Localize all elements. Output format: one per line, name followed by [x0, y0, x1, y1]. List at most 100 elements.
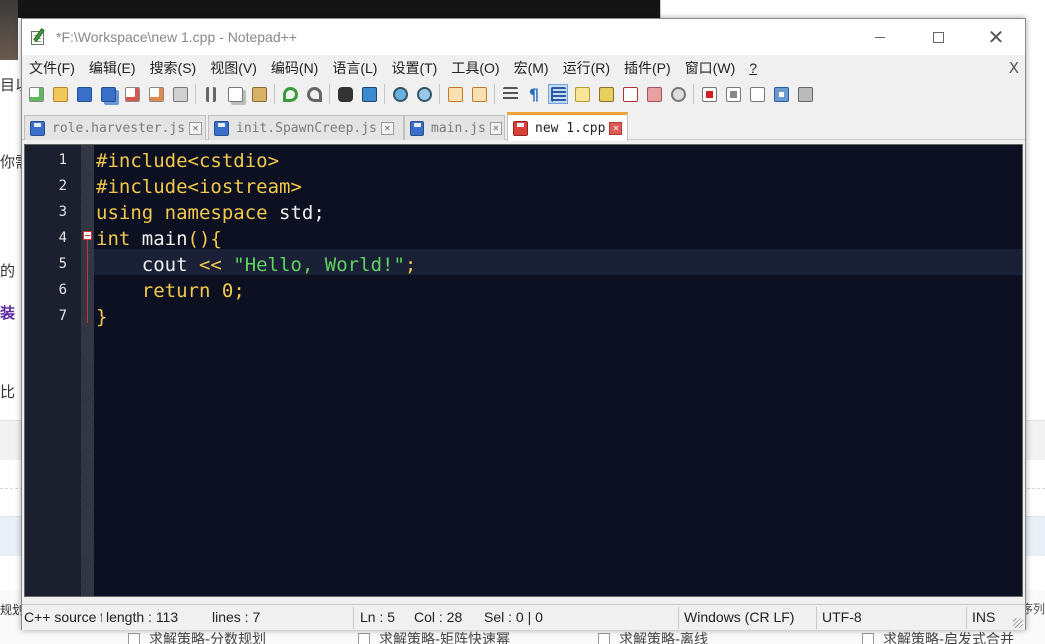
user-language-icon	[574, 86, 590, 102]
cut-button[interactable]	[201, 84, 221, 104]
close-all-button[interactable]	[146, 84, 166, 104]
checkbox-icon[interactable]	[358, 633, 370, 644]
macro-stop-button[interactable]	[723, 84, 743, 104]
code-line[interactable]: cout << "Hello, World!";	[96, 252, 417, 278]
menu-search[interactable]: 搜索(S)	[143, 58, 204, 78]
macro-record-button[interactable]	[699, 84, 719, 104]
background-checkbox-4[interactable]: 求解策略-启发式合并	[862, 629, 1014, 644]
code-token: return	[141, 280, 211, 302]
sync-vertical-button[interactable]	[445, 84, 465, 104]
checkbox-icon[interactable]	[862, 633, 874, 644]
stop-icon	[725, 86, 741, 102]
close-document-button[interactable]: X	[1009, 59, 1019, 77]
undo-icon	[282, 86, 298, 102]
status-lines: lines : 7	[212, 609, 261, 625]
save-button[interactable]	[74, 84, 94, 104]
code-token: std;	[267, 202, 325, 224]
code-line[interactable]: #include<iostream>	[96, 174, 302, 200]
menu-window[interactable]: 窗口(W)	[678, 58, 743, 78]
code-line[interactable]: return 0;	[96, 278, 245, 304]
code-line[interactable]: }	[96, 304, 107, 330]
tab-main-js[interactable]: main.js ✕	[404, 115, 505, 140]
background-checkbox-3[interactable]: 求解策略-离线	[598, 629, 708, 644]
menu-file[interactable]: 文件(F)	[22, 58, 82, 78]
close-button[interactable]: ✕	[967, 19, 1025, 55]
menu-encoding[interactable]: 编码(N)	[264, 58, 325, 78]
code-token: main	[130, 228, 188, 250]
clipboard-icon	[251, 86, 267, 102]
udl-button[interactable]	[572, 84, 592, 104]
new-file-button[interactable]	[26, 84, 46, 104]
toolbar-separator	[439, 84, 440, 104]
background-checkbox-1[interactable]: 求解策略-分数规划	[128, 629, 266, 644]
show-all-chars-button[interactable]: ¶	[524, 84, 544, 104]
minimize-icon	[875, 36, 885, 38]
open-file-button[interactable]	[50, 84, 70, 104]
menu-plugins[interactable]: 插件(P)	[617, 58, 678, 78]
menu-edit[interactable]: 编辑(E)	[82, 58, 143, 78]
code-token: }	[96, 306, 108, 328]
status-divider	[353, 607, 354, 629]
notepadpp-app-icon	[30, 28, 48, 46]
menu-run[interactable]: 运行(R)	[556, 58, 617, 78]
zoom-out-button[interactable]	[414, 84, 434, 104]
folder-workspace-button[interactable]	[644, 84, 664, 104]
macro-save-button[interactable]	[795, 84, 815, 104]
find-button[interactable]	[335, 84, 355, 104]
copy-button[interactable]	[225, 84, 245, 104]
sync-horizontal-icon	[471, 86, 487, 102]
tab-close-icon[interactable]: ✕	[489, 121, 502, 135]
toolbar-separator	[195, 84, 196, 104]
tab-role-harvester[interactable]: role.harvester.js ✕	[24, 115, 206, 140]
print-button[interactable]	[170, 84, 190, 104]
background-checkbox-2[interactable]: 求解策略-矩阵快速幂	[358, 629, 510, 644]
macro-run-multiple-button[interactable]	[771, 84, 791, 104]
macro-play-button[interactable]	[747, 84, 767, 104]
status-insert-mode: INS	[972, 609, 996, 625]
code-line[interactable]: int main(){	[96, 226, 222, 252]
code-editor[interactable]: 1 2 3 4 5 6 7 #include<cstdio> #include<iostrea…	[24, 144, 1023, 597]
indent-guide-button[interactable]	[548, 84, 568, 104]
replace-button[interactable]	[359, 84, 379, 104]
maximize-button[interactable]	[909, 19, 967, 55]
code-token: #include<cstdio>	[96, 150, 280, 172]
menu-language[interactable]: 语言(L)	[325, 58, 384, 78]
binoculars-icon	[337, 86, 353, 102]
redo-button[interactable]	[304, 84, 324, 104]
zoom-out-icon	[416, 86, 432, 102]
undo-button[interactable]	[280, 84, 300, 104]
minimize-button[interactable]	[851, 19, 909, 55]
code-token: #include<iostream>	[96, 176, 302, 198]
code-line[interactable]: using namespace std;	[96, 200, 325, 226]
sync-horizontal-button[interactable]	[469, 84, 489, 104]
menu-settings[interactable]: 设置(T)	[384, 58, 444, 78]
fast-forward-icon	[773, 86, 789, 102]
menu-tools[interactable]: 工具(O)	[444, 58, 506, 78]
tab-close-icon[interactable]: ✕	[609, 121, 623, 135]
close-file-button[interactable]	[122, 84, 142, 104]
menu-help[interactable]: ?	[742, 60, 764, 76]
menu-view[interactable]: 视图(V)	[203, 58, 264, 78]
line-number: 3	[58, 204, 67, 220]
code-line[interactable]: #include<cstdio>	[96, 148, 279, 174]
checkbox-icon[interactable]	[128, 633, 140, 644]
doc-map-button[interactable]	[596, 84, 616, 104]
background-link[interactable]: 装	[0, 302, 15, 323]
monitoring-button[interactable]	[668, 84, 688, 104]
function-list-button[interactable]	[620, 84, 640, 104]
checkbox-icon[interactable]	[598, 633, 610, 644]
resize-grip-icon[interactable]	[1013, 618, 1023, 628]
line-number: 7	[58, 308, 67, 324]
fold-collapse-icon[interactable]	[83, 231, 92, 240]
tab-close-icon[interactable]: ✕	[380, 121, 394, 135]
menu-bar: 文件(F) 编辑(E) 搜索(S) 视图(V) 编码(N) 语言(L) 设置(T…	[22, 57, 1025, 79]
title-bar[interactable]: *F:\Workspace\new 1.cpp - Notepad++ ✕	[22, 19, 1025, 55]
paste-button[interactable]	[249, 84, 269, 104]
tab-init-spawncreep[interactable]: init.SpawnCreep.js ✕	[208, 115, 404, 140]
tab-close-icon[interactable]: ✕	[189, 121, 203, 135]
menu-macro[interactable]: 宏(M)	[507, 58, 556, 78]
tab-new-1-cpp[interactable]: new 1.cpp ✕	[507, 112, 628, 141]
save-all-button[interactable]	[98, 84, 118, 104]
word-wrap-button[interactable]	[500, 84, 520, 104]
zoom-in-button[interactable]	[390, 84, 410, 104]
